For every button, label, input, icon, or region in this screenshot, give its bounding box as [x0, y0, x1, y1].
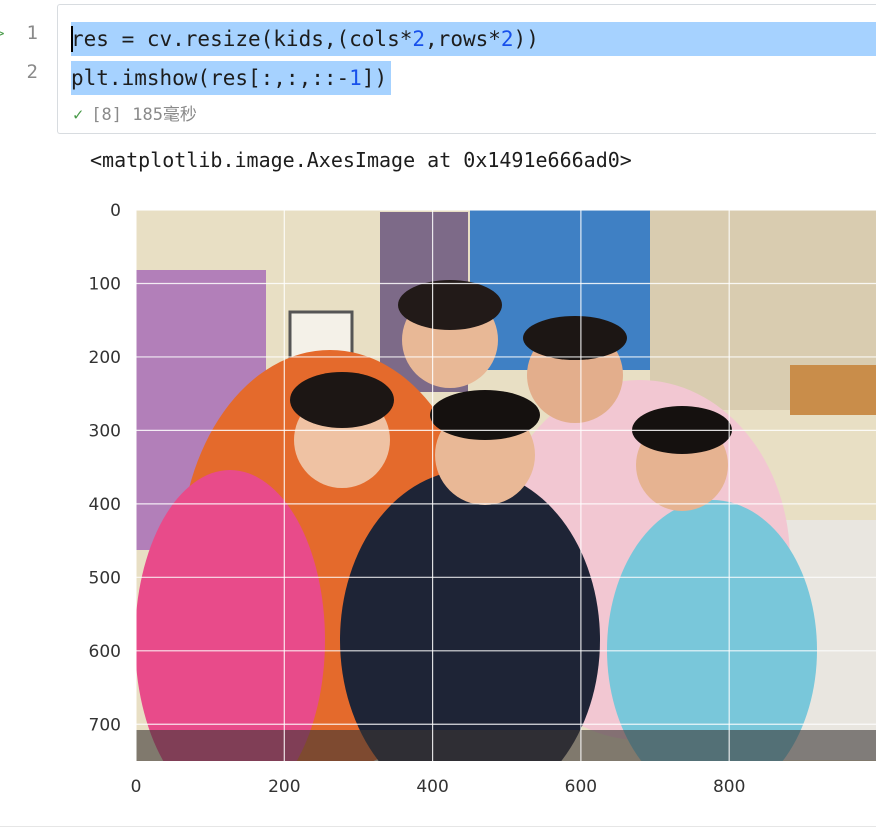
person-boy-hair — [430, 390, 540, 440]
person-mom-hair — [398, 280, 502, 330]
y-tick-label: 500 — [89, 568, 121, 588]
x-tick-label: 600 — [565, 777, 597, 797]
plot-image — [136, 210, 876, 761]
plates — [790, 365, 876, 415]
x-tick-label: 0 — [131, 777, 142, 797]
person-girl-hair — [290, 372, 394, 428]
x-tick-label: 200 — [268, 777, 300, 797]
x-tick-label: 800 — [713, 777, 745, 797]
y-tick-label: 200 — [89, 348, 121, 368]
y-tick-label: 300 — [89, 421, 121, 441]
y-tick-label: 600 — [89, 642, 121, 662]
floor-shadow — [136, 730, 876, 761]
imshow-plot: 0 200 400 600 800 0 100 200 300 400 500 600 700 — [89, 201, 876, 797]
divider — [0, 826, 876, 827]
y-tick-label: 400 — [89, 495, 121, 515]
x-tick-label: 400 — [416, 777, 448, 797]
person-dad-hair — [523, 316, 627, 360]
y-tick-label: 100 — [89, 274, 121, 294]
y-tick-label: 700 — [89, 715, 121, 735]
y-tick-label: 0 — [110, 201, 121, 221]
